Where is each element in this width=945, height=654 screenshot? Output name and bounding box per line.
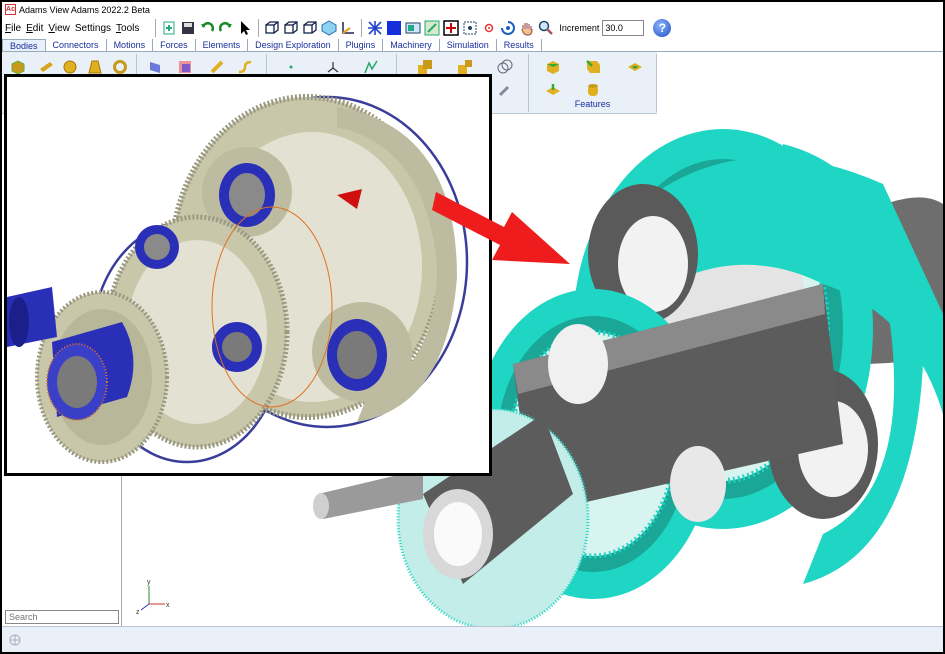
torus-icon[interactable] — [112, 59, 128, 75]
select-pointer-icon[interactable] — [237, 20, 253, 36]
status-indicator-icon[interactable] — [8, 633, 22, 647]
tab-machinery[interactable]: Machinery — [383, 39, 440, 51]
title-bar: Ac Adams View Adams 2022.2 Beta — [2, 2, 943, 17]
view-iso-icon[interactable] — [321, 20, 337, 36]
menu-bar: File Edit View Settings Tools — [2, 23, 139, 34]
menu-view[interactable]: View — [48, 23, 70, 34]
shell-icon[interactable] — [585, 82, 601, 98]
window-title: Adams View Adams 2022.2 Beta — [19, 4, 150, 15]
adams-app-icon: Ac — [5, 4, 16, 15]
tab-forces[interactable]: Forces — [153, 39, 196, 51]
pan-icon[interactable] — [519, 20, 535, 36]
box-icon[interactable] — [10, 59, 26, 75]
tab-connectors[interactable]: Connectors — [46, 39, 107, 51]
save-icon[interactable] — [180, 20, 196, 36]
link-icon[interactable] — [209, 59, 225, 75]
rotate-icon[interactable] — [500, 20, 516, 36]
zoom-box-icon[interactable] — [443, 20, 460, 36]
zoom-icon[interactable] — [538, 20, 554, 36]
ribbon-tabs: Bodies Connectors Motions Forces Element… — [2, 39, 943, 52]
main-toolbar: Increment ? — [153, 19, 672, 37]
polyline-icon[interactable] — [363, 59, 379, 75]
view-right-icon[interactable] — [302, 20, 318, 36]
frustum-icon[interactable] — [87, 59, 103, 75]
fillet-icon[interactable] — [585, 59, 601, 75]
tab-design-exploration[interactable]: Design Exploration — [248, 39, 339, 51]
menu-file[interactable]: File — [5, 23, 21, 34]
mesh-icon[interactable] — [367, 20, 383, 36]
render-icon[interactable] — [386, 20, 402, 36]
toolbar-separator — [155, 19, 157, 37]
toggle-icon[interactable] — [405, 20, 421, 36]
merge-icon[interactable] — [457, 59, 473, 75]
redo-icon[interactable] — [218, 20, 234, 36]
menu-settings[interactable]: Settings — [75, 23, 111, 34]
marker-icon[interactable] — [325, 59, 341, 75]
view-front-icon[interactable] — [264, 20, 280, 36]
toolbar-separator — [361, 19, 363, 37]
spline-icon[interactable] — [237, 59, 253, 75]
fit-icon[interactable] — [424, 20, 440, 36]
triad-icon[interactable] — [340, 20, 356, 36]
sphere-icon[interactable] — [62, 59, 78, 75]
chamfer-icon[interactable] — [545, 59, 561, 75]
application-window: Ac Adams View Adams 2022.2 Beta File Edi… — [2, 2, 943, 652]
tab-elements[interactable]: Elements — [196, 39, 249, 51]
features-label: Features — [574, 99, 611, 109]
inset-render-panel — [4, 74, 492, 476]
view-top-icon[interactable] — [283, 20, 299, 36]
increment-label: Increment — [559, 23, 600, 33]
increment-input[interactable] — [602, 20, 645, 36]
help-icon[interactable]: ? — [653, 19, 672, 37]
search-input[interactable] — [5, 610, 119, 624]
center-icon[interactable] — [462, 20, 478, 36]
menu-edit[interactable]: Edit — [26, 23, 43, 34]
triad-y-label: y — [147, 579, 151, 586]
triad-x-label: x — [166, 602, 170, 609]
intersect-icon[interactable] — [497, 59, 513, 75]
tab-results[interactable]: Results — [497, 39, 542, 51]
undo-icon[interactable] — [199, 20, 215, 36]
menu-toolbar-row: File Edit View Settings Tools Increment … — [2, 17, 943, 39]
tan-gearbox-render — [7, 77, 489, 473]
wrench-icon[interactable] — [497, 82, 513, 98]
tab-motions[interactable]: Motions — [107, 39, 154, 51]
comparison-arrow-icon — [432, 192, 570, 264]
tab-bodies[interactable]: Bodies — [2, 39, 46, 51]
features-group: Features — [529, 54, 657, 112]
unite-icon[interactable] — [417, 59, 433, 75]
coordinate-triad: y x z — [136, 579, 170, 616]
extrusion-icon[interactable] — [147, 59, 163, 75]
hole-icon[interactable] — [627, 59, 643, 75]
status-bar — [2, 626, 943, 652]
target-icon[interactable] — [481, 20, 497, 36]
cylinder-icon[interactable] — [38, 59, 54, 75]
new-model-icon[interactable] — [161, 20, 177, 36]
triad-z-label: z — [136, 609, 140, 616]
point-icon[interactable] — [283, 59, 299, 75]
tab-plugins[interactable]: Plugins — [339, 39, 384, 51]
menu-tools[interactable]: Tools — [116, 23, 139, 34]
toolbar-separator — [258, 19, 260, 37]
flex-body-icon[interactable] — [177, 59, 193, 75]
tab-simulation[interactable]: Simulation — [440, 39, 497, 51]
boss-icon[interactable] — [545, 82, 561, 98]
